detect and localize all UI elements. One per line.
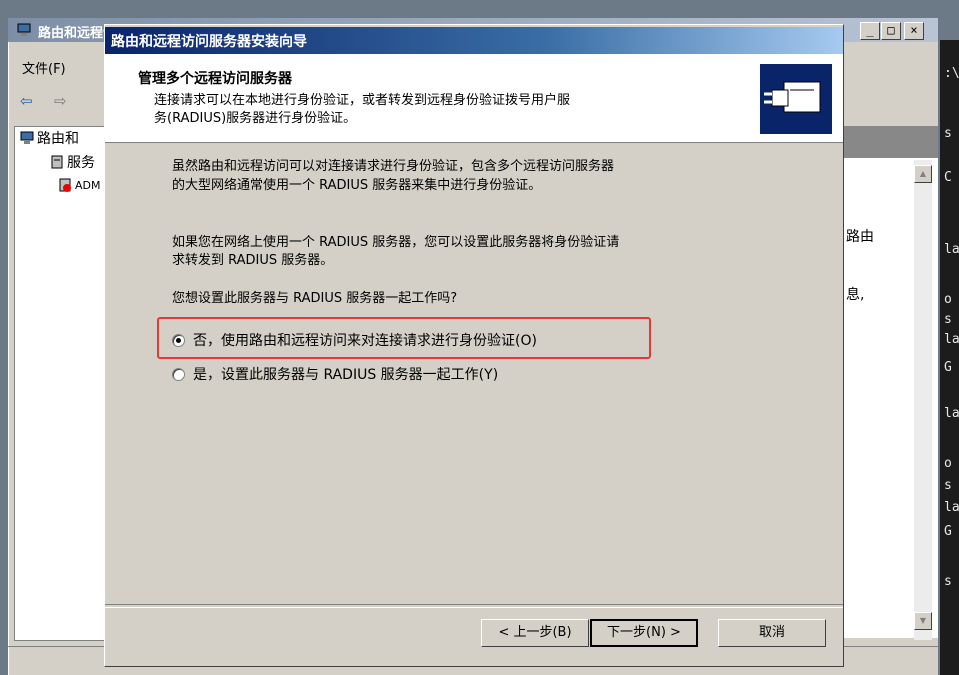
tree-item-root-label: 路由和	[37, 131, 79, 147]
menu-file[interactable]: 文件(F)	[22, 58, 66, 77]
network-plug-icon	[760, 64, 832, 134]
terminal-line: :\	[944, 66, 959, 81]
paragraph-2-line2: 求转发到 RADIUS 服务器。	[172, 253, 334, 268]
back-arrow-icon[interactable]: ⇦	[20, 92, 33, 110]
terminal-line: s	[944, 574, 952, 589]
wizard-title: 路由和远程访问服务器安装向导	[111, 34, 307, 50]
terminal-line: la	[944, 332, 959, 347]
terminal-line: G	[944, 360, 952, 375]
details-header	[842, 126, 938, 158]
terminal-line: s	[944, 312, 952, 327]
tree-item-server-label: 服务	[67, 155, 95, 171]
tree-item-server-status[interactable]: 服务	[50, 152, 95, 172]
radio-option-yes[interactable]: 是，设置此服务器与 RADIUS 服务器一起工作(Y)	[172, 364, 498, 384]
scroll-down-icon[interactable]: ▼	[914, 612, 932, 630]
terminal-line: C	[944, 170, 952, 185]
terminal-line: G	[944, 524, 952, 539]
server-error-icon	[59, 178, 71, 192]
radio-option-yes-label: 是，设置此服务器与 RADIUS 服务器一起工作(Y)	[193, 367, 499, 383]
computer-icon	[20, 131, 34, 144]
next-button[interactable]: 下一步(N) >	[590, 619, 698, 647]
details-text-route: 路由	[846, 229, 874, 245]
paragraph-1-line2: 的大型网络通常使用一个 RADIUS 服务器来集中进行身份验证。	[172, 178, 542, 193]
terminal-line: s	[944, 478, 952, 493]
cancel-button[interactable]: 取消	[718, 619, 826, 647]
terminal-line: la	[944, 500, 959, 515]
terminal-line: s	[944, 126, 952, 141]
back-button[interactable]: < 上一步(B)	[481, 619, 589, 647]
paragraph-2-line1: 如果您在网络上使用一个 RADIUS 服务器，您可以设置此服务器将身份验证请	[172, 235, 620, 250]
tree-item-root[interactable]: 路由和	[20, 128, 79, 148]
radio-option-no-label: 否，使用路由和远程访问来对连接请求进行身份验证(O)	[193, 333, 537, 349]
scroll-up-icon[interactable]: ▲	[914, 165, 932, 183]
server-icon	[51, 155, 63, 169]
terminal-line: o	[944, 456, 952, 471]
forward-arrow-icon[interactable]: ⇨	[54, 92, 67, 110]
radio-button-no[interactable]	[172, 333, 185, 347]
radio-option-no[interactable]: 否，使用路由和远程访问来对连接请求进行身份验证(O)	[172, 330, 537, 350]
minimize-button[interactable]: _	[860, 22, 880, 40]
routing-app-icon	[17, 23, 31, 36]
details-text-info: 息,	[846, 287, 865, 303]
tree-item-adm[interactable]: ADM	[58, 178, 101, 192]
terminal-line: la	[944, 406, 959, 421]
question-text: 您想设置此服务器与 RADIUS 服务器一起工作吗?	[172, 291, 458, 306]
radio-button-yes[interactable]	[172, 367, 185, 381]
tree-item-adm-label: ADM	[75, 178, 101, 192]
wizard-heading: 管理多个远程访问服务器	[138, 71, 292, 87]
terminal-line: la	[944, 242, 959, 257]
wizard-subtitle-line1: 连接请求可以在本地进行身份验证，或者转发到远程身份验证拨号用户服	[154, 93, 571, 108]
wizard-subtitle-line2: 务(RADIUS)服务器进行身份验证。	[154, 111, 357, 126]
paragraph-1-line1: 虽然路由和远程访问可以对连接请求进行身份验证，包含多个远程访问服务器	[172, 159, 615, 174]
maximize-button[interactable]: □	[881, 22, 901, 40]
close-button[interactable]: ×	[904, 22, 924, 40]
details-scrollbar[interactable]	[914, 160, 932, 640]
button-divider	[105, 604, 843, 608]
terminal-line: o	[944, 292, 952, 307]
